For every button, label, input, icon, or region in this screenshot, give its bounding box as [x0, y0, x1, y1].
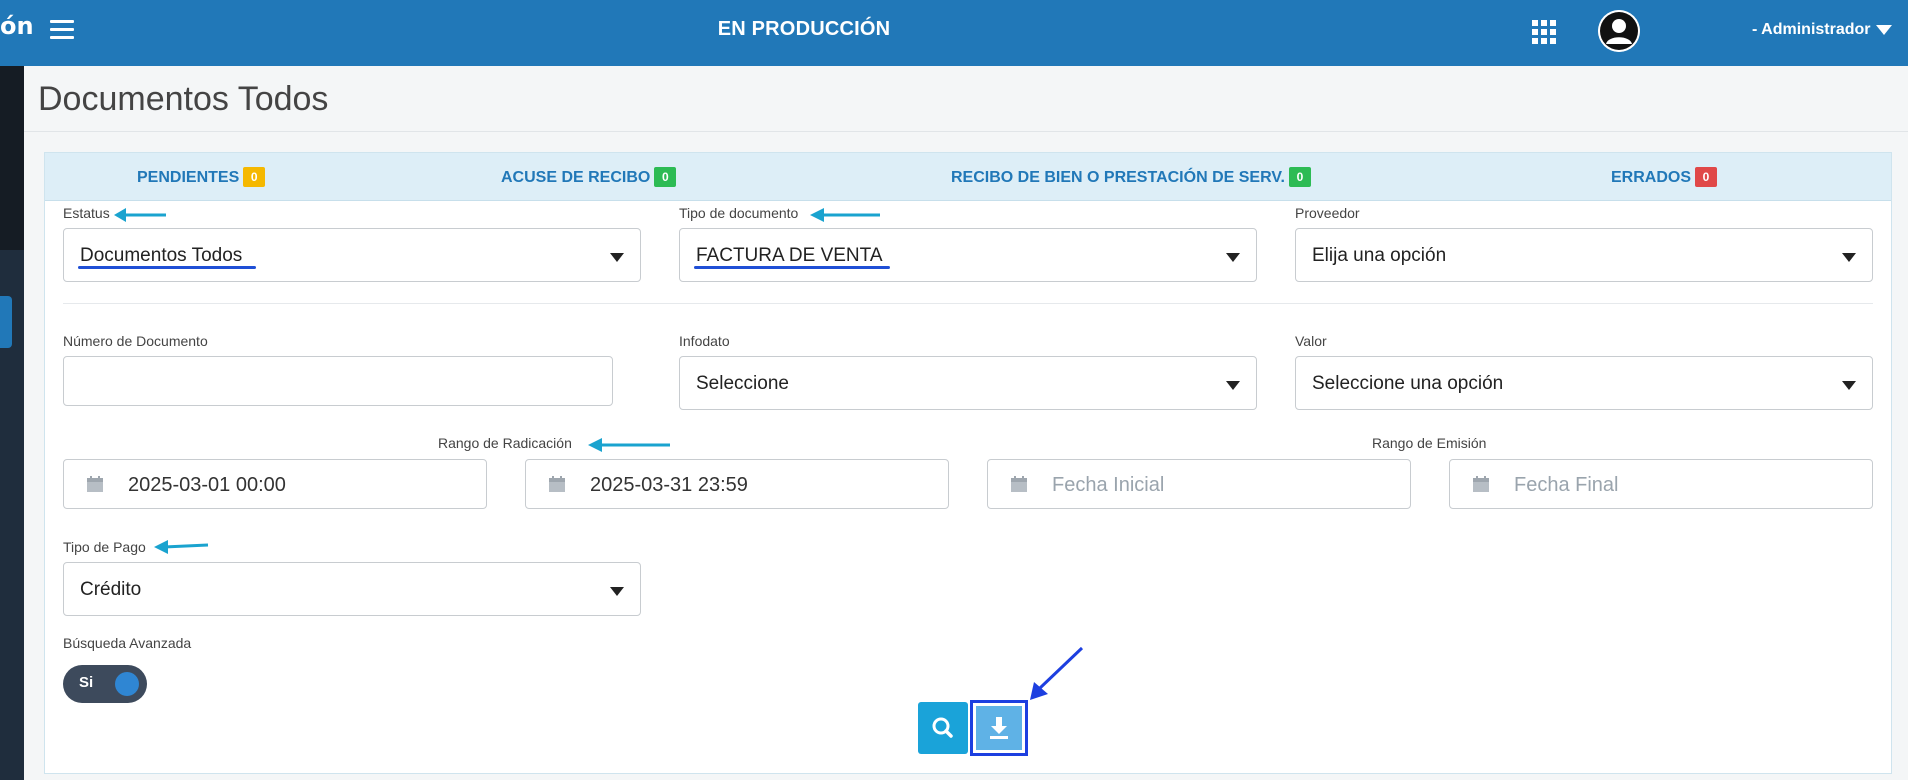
valor-value: Seleccione una opción: [1312, 373, 1504, 394]
tipo-pago-label: Tipo de Pago: [63, 539, 146, 555]
chevron-down-icon: [1226, 253, 1240, 262]
infodato-value: Seleccione: [696, 373, 789, 394]
estatus-label: Estatus: [63, 205, 110, 221]
chevron-down-icon: [610, 587, 624, 596]
tipo-pago-select[interactable]: Crédito: [63, 562, 641, 616]
estatus-value: Documentos Todos: [80, 245, 243, 266]
tab-pendientes[interactable]: PENDIENTES 0: [137, 167, 266, 187]
tab-count-badge: 0: [654, 167, 677, 187]
annotation-arrow-icon: [810, 208, 880, 222]
tipo-pago-value: Crédito: [80, 579, 142, 600]
tab-label: ACUSE DE RECIBO: [501, 169, 651, 186]
sidebar-top-block: [0, 66, 24, 250]
tab-label: PENDIENTES: [137, 169, 240, 186]
valor-label: Valor: [1295, 333, 1327, 349]
search-button[interactable]: [918, 702, 968, 754]
calendar-icon: [549, 476, 565, 492]
tab-count-badge: 0: [1289, 167, 1311, 187]
tab-errados[interactable]: ERRADOS 0: [1611, 167, 1718, 187]
tab-label: RECIBO DE BIEN O PRESTACIÓN DE SERV.: [951, 169, 1285, 186]
filter-panel: PENDIENTES 0 ACUSE DE RECIBO 0 RECIBO DE B…: [44, 152, 1892, 774]
annotation-arrow-icon: [114, 208, 166, 222]
busqueda-avanzada-toggle[interactable]: Si: [63, 665, 147, 703]
tipo-documento-select[interactable]: FACTURA DE VENTA: [679, 228, 1257, 282]
annotation-arrow-icon: [588, 438, 670, 452]
chevron-down-icon: [1842, 253, 1856, 262]
tab-recibo-de-bien[interactable]: RECIBO DE BIEN O PRESTACIÓN DE SERV. 0: [951, 167, 1311, 187]
status-tabs: PENDIENTES 0 ACUSE DE RECIBO 0 RECIBO DE B…: [45, 153, 1891, 201]
download-icon: [990, 717, 1008, 739]
emision-end-date[interactable]: Fecha Final: [1449, 459, 1873, 509]
tab-label: ERRADOS: [1611, 169, 1692, 186]
rango-emision-label: Rango de Emisión: [1372, 435, 1487, 451]
annotation-arrow-icon: [154, 540, 209, 554]
tab-count-badge: 0: [1695, 167, 1718, 187]
toggle-label: Si: [79, 674, 94, 691]
calendar-icon: [87, 476, 103, 492]
tab-acuse-de-recibo[interactable]: ACUSE DE RECIBO 0: [501, 167, 677, 187]
annotation-arrow-icon: [1030, 646, 1084, 700]
download-button[interactable]: [970, 700, 1028, 756]
calendar-icon: [1473, 476, 1489, 492]
proveedor-label: Proveedor: [1295, 205, 1360, 221]
emision-start-date[interactable]: Fecha Inicial: [987, 459, 1411, 509]
radicacion-start-date[interactable]: 2025-03-01 00:00: [63, 459, 487, 509]
radicacion-end-date[interactable]: 2025-03-31 23:59: [525, 459, 949, 509]
infodato-select[interactable]: Seleccione: [679, 356, 1257, 410]
valor-select[interactable]: Seleccione una opción: [1295, 356, 1873, 410]
tipo-documento-value: FACTURA DE VENTA: [696, 245, 883, 266]
proveedor-value: Elija una opción: [1312, 245, 1447, 266]
annotation-underline: [694, 266, 890, 269]
tipo-documento-label: Tipo de documento: [679, 205, 799, 221]
user-dropdown-caret-icon[interactable]: [1876, 25, 1892, 35]
estatus-select[interactable]: Documentos Todos: [63, 228, 641, 282]
page-title: Documentos Todos: [38, 80, 329, 118]
section-divider: [63, 303, 1873, 304]
chevron-down-icon: [1226, 381, 1240, 390]
chevron-down-icon: [610, 253, 624, 262]
annotation-underline: [78, 266, 256, 269]
user-avatar-icon[interactable]: [1598, 10, 1640, 52]
search-icon: [932, 717, 953, 738]
chevron-down-icon: [1842, 381, 1856, 390]
busqueda-avanzada-label: Búsqueda Avanzada: [63, 635, 192, 651]
numero-documento-label: Número de Documento: [63, 333, 208, 349]
emision-end-placeholder: Fecha Final: [1514, 474, 1619, 496]
calendar-icon: [1011, 476, 1027, 492]
emision-start-placeholder: Fecha Inicial: [1052, 474, 1165, 496]
numero-documento-input[interactable]: [63, 356, 613, 406]
sidebar-active-item[interactable]: [0, 296, 12, 348]
infodato-label: Infodato: [679, 333, 730, 349]
toggle-knob: [115, 672, 139, 696]
apps-grid-icon[interactable]: [1532, 20, 1556, 44]
environment-label: EN PRODUCCIÓN: [717, 18, 891, 40]
left-sidebar: [0, 66, 24, 780]
rango-radicacion-label: Rango de Radicación: [438, 435, 572, 451]
user-name-label[interactable]: - Administrador: [1752, 21, 1871, 39]
tab-count-badge: 0: [243, 167, 266, 187]
radicacion-end-value: 2025-03-31 23:59: [590, 474, 748, 496]
page-header: Documentos Todos: [24, 66, 1908, 132]
radicacion-start-value: 2025-03-01 00:00: [128, 474, 286, 496]
proveedor-select[interactable]: Elija una opción: [1295, 228, 1873, 282]
top-bar: ón EN PRODUCCIÓN - Administrador: [0, 0, 1908, 66]
